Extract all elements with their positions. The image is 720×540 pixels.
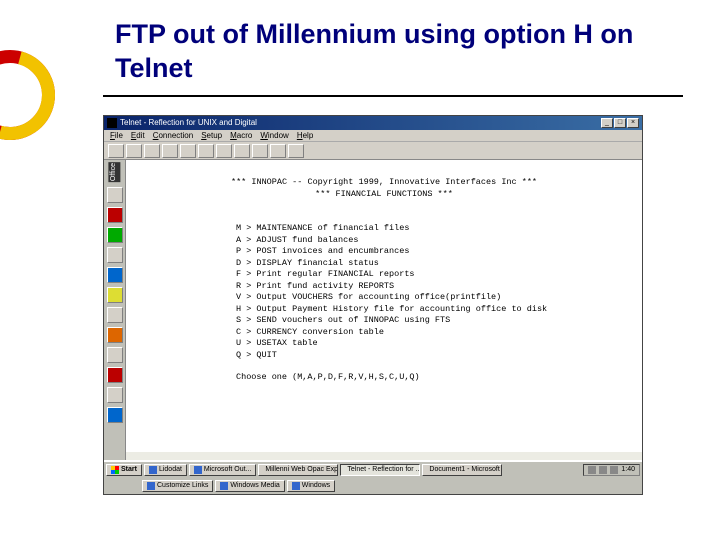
toolbar-button[interactable] bbox=[270, 144, 286, 158]
tray-icon[interactable] bbox=[588, 466, 596, 474]
tray-icon[interactable] bbox=[610, 466, 618, 474]
app-icon bbox=[149, 466, 157, 474]
toolbar-button[interactable] bbox=[162, 144, 178, 158]
toolbar-button[interactable] bbox=[252, 144, 268, 158]
taskbar-item[interactable]: Lidodat bbox=[144, 464, 187, 476]
office-button[interactable] bbox=[107, 367, 123, 383]
menu-macro[interactable]: Macro bbox=[230, 131, 252, 141]
terminal-option: A > ADJUST fund balances bbox=[136, 235, 632, 246]
quicklaunch-item[interactable]: Customize Links bbox=[142, 480, 213, 492]
telnet-window: Telnet - Reflection for UNIX and Digital… bbox=[103, 115, 643, 495]
tray-icon[interactable] bbox=[599, 466, 607, 474]
windows-flag-icon bbox=[111, 466, 119, 474]
terminal-option: V > Output VOUCHERS for accounting offic… bbox=[136, 292, 632, 303]
maximize-button[interactable]: □ bbox=[614, 118, 626, 128]
quicklaunch-item[interactable]: Windows Media bbox=[215, 480, 284, 492]
terminal-option: F > Print regular FINANCIAL reports bbox=[136, 269, 632, 280]
title-underline bbox=[103, 95, 683, 97]
terminal-option: Q > QUIT bbox=[136, 350, 632, 361]
slide-title: FTP out of Millennium using option H on … bbox=[115, 18, 675, 86]
office-label: Office bbox=[108, 162, 120, 182]
terminal-prompt: Choose one (M,A,P,D,F,R,V,H,S,C,U,Q) bbox=[136, 372, 632, 383]
quicklaunch-item[interactable]: Windows bbox=[287, 480, 335, 492]
close-button[interactable]: × bbox=[627, 118, 639, 128]
app-icon bbox=[107, 118, 117, 128]
terminal-banner: *** INNOPAC -- Copyright 1999, Innovativ… bbox=[231, 177, 537, 187]
toolbar-button[interactable] bbox=[234, 144, 250, 158]
toolbar-button[interactable] bbox=[180, 144, 196, 158]
taskbar-item-active[interactable]: Telnet - Reflection for ... bbox=[340, 464, 420, 476]
toolbar-button[interactable] bbox=[108, 144, 124, 158]
menu-edit[interactable]: Edit bbox=[131, 131, 145, 141]
menu-bar: File Edit Connection Setup Macro Window … bbox=[104, 130, 642, 142]
toolbar-button[interactable] bbox=[126, 144, 142, 158]
terminal-option: C > CURRENCY conversion table bbox=[136, 327, 632, 338]
taskbar-item[interactable]: Document1 - Microsoft W... bbox=[422, 464, 502, 476]
toolbar bbox=[104, 142, 642, 160]
taskbar-item[interactable]: Microsoft Out... bbox=[189, 464, 256, 476]
terminal-option: P > POST invoices and encumbrances bbox=[136, 246, 632, 257]
terminal-screen[interactable]: *** INNOPAC -- Copyright 1999, Innovativ… bbox=[126, 160, 642, 452]
menu-window[interactable]: Window bbox=[260, 131, 288, 141]
window-title: Telnet - Reflection for UNIX and Digital bbox=[120, 118, 257, 128]
office-button[interactable] bbox=[107, 267, 123, 283]
office-button[interactable] bbox=[107, 347, 123, 363]
office-button[interactable] bbox=[107, 387, 123, 403]
terminal-option: D > DISPLAY financial status bbox=[136, 258, 632, 269]
office-button[interactable] bbox=[107, 327, 123, 343]
menu-connection[interactable]: Connection bbox=[153, 131, 193, 141]
slide-ornament bbox=[0, 50, 55, 140]
terminal-option: R > Print fund activity REPORTS bbox=[136, 281, 632, 292]
tray-clock: 1:40 bbox=[621, 466, 635, 474]
terminal-option: H > Output Payment History file for acco… bbox=[136, 304, 632, 315]
menu-help[interactable]: Help bbox=[297, 131, 313, 141]
link-icon bbox=[147, 482, 155, 490]
link-icon bbox=[220, 482, 228, 490]
menu-file[interactable]: File bbox=[110, 131, 123, 141]
system-tray[interactable]: 1:40 bbox=[583, 464, 640, 476]
start-label: Start bbox=[121, 466, 137, 474]
taskbar-item[interactable]: Millenni Web Opac Explo... bbox=[258, 464, 338, 476]
window-titlebar[interactable]: Telnet - Reflection for UNIX and Digital… bbox=[104, 116, 642, 130]
windows-taskbar: Start Lidodat Microsoft Out... Millenni … bbox=[104, 460, 642, 494]
office-button[interactable] bbox=[107, 227, 123, 243]
terminal-option: U > USETAX table bbox=[136, 338, 632, 349]
start-button[interactable]: Start bbox=[106, 464, 142, 476]
office-shortcut-bar: Office bbox=[104, 160, 126, 462]
terminal-subbanner: *** FINANCIAL FUNCTIONS *** bbox=[315, 189, 453, 199]
office-button[interactable] bbox=[107, 407, 123, 423]
app-icon bbox=[194, 466, 202, 474]
office-button[interactable] bbox=[107, 207, 123, 223]
link-icon bbox=[292, 482, 300, 490]
office-button[interactable] bbox=[107, 247, 123, 263]
terminal-option: M > MAINTENANCE of financial files bbox=[136, 223, 632, 234]
office-button[interactable] bbox=[107, 187, 123, 203]
menu-setup[interactable]: Setup bbox=[201, 131, 222, 141]
office-button[interactable] bbox=[107, 307, 123, 323]
toolbar-button[interactable] bbox=[216, 144, 232, 158]
toolbar-button[interactable] bbox=[288, 144, 304, 158]
terminal-option: S > SEND vouchers out of INNOPAC using F… bbox=[136, 315, 632, 326]
minimize-button[interactable]: _ bbox=[601, 118, 613, 128]
toolbar-button[interactable] bbox=[198, 144, 214, 158]
toolbar-button[interactable] bbox=[144, 144, 160, 158]
office-button[interactable] bbox=[107, 287, 123, 303]
